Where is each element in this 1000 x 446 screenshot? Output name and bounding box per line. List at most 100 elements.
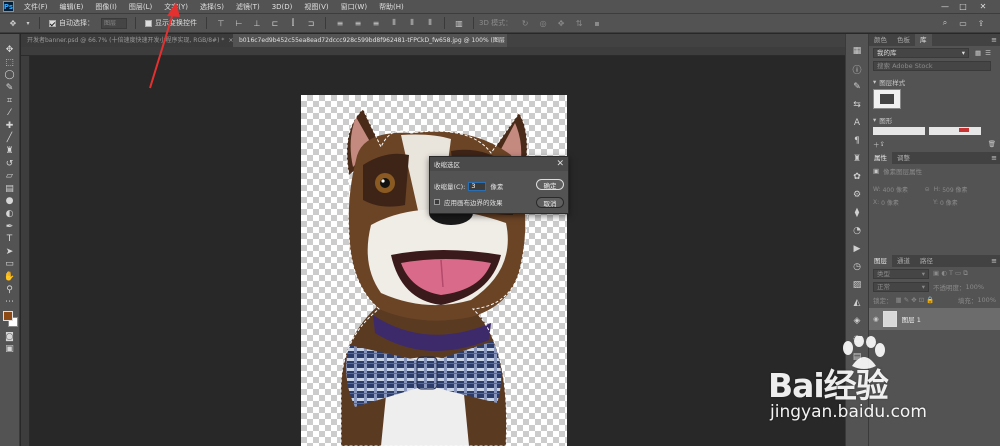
- stamp-icon[interactable]: ♜: [2, 145, 18, 158]
- auto-select-checkbox[interactable]: [49, 19, 56, 27]
- 3d-panel-icon[interactable]: ⧫: [849, 204, 865, 222]
- distribute-right-icon[interactable]: ⦀: [423, 17, 437, 29]
- document-canvas[interactable]: [301, 95, 567, 446]
- distribute-hcenter-icon[interactable]: ⦀: [405, 17, 419, 29]
- lasso-icon[interactable]: ◯: [2, 69, 18, 82]
- fill-value[interactable]: 100%: [977, 296, 996, 304]
- share-icon[interactable]: ⇪: [974, 17, 988, 29]
- quick-mask-icon[interactable]: ◙: [2, 330, 18, 343]
- color-panel-icon[interactable]: ▦: [849, 42, 865, 60]
- tab-adjustments[interactable]: 调整: [892, 152, 915, 164]
- collapse-icon[interactable]: ▾: [873, 116, 876, 124]
- 3d-roll-icon[interactable]: ◎: [536, 17, 550, 29]
- character-panel-icon[interactable]: A: [849, 114, 865, 132]
- layer-style-thumbnail[interactable]: [873, 89, 901, 109]
- tab-channels[interactable]: 通道: [892, 255, 915, 267]
- distribute-top-icon[interactable]: ≡: [333, 17, 347, 29]
- brush-presets-icon[interactable]: ✿: [849, 168, 865, 186]
- filter-icons[interactable]: ▣ ◐ T ▭ ⧉: [933, 269, 968, 278]
- menu-image[interactable]: 图像(I): [89, 2, 123, 12]
- hand-icon[interactable]: ✋: [2, 271, 18, 284]
- screen-mode-icon[interactable]: ▣: [2, 343, 18, 356]
- close-window-button[interactable]: ✕: [976, 0, 990, 13]
- move-tool-icon[interactable]: ✥: [6, 17, 20, 29]
- path-select-icon[interactable]: ➤: [2, 246, 18, 259]
- more-tools-icon[interactable]: ⋯: [2, 296, 18, 309]
- contract-by-input[interactable]: 3: [468, 181, 487, 191]
- menu-select[interactable]: 选择(S): [194, 2, 230, 12]
- marquee-icon[interactable]: ⬚: [2, 57, 18, 70]
- opacity-value[interactable]: 100%: [966, 283, 985, 291]
- graphic-thumbnail[interactable]: [929, 127, 981, 135]
- 3d-rotate-icon[interactable]: ↻: [518, 17, 532, 29]
- lock-icons[interactable]: ▦ ✎ ✥ ⊡ 🔒: [896, 296, 935, 304]
- blur-icon[interactable]: ●: [2, 195, 18, 208]
- tab-color[interactable]: 颜色: [869, 34, 892, 46]
- search-icon[interactable]: ⌕: [938, 17, 952, 29]
- history-brush-icon[interactable]: ↺: [2, 157, 18, 170]
- eyedropper-icon[interactable]: ⁄: [2, 107, 18, 120]
- align-left-icon[interactable]: ⊏: [268, 17, 282, 29]
- foreground-color-swatch[interactable]: [2, 311, 13, 322]
- workspace-icon[interactable]: ▭: [956, 17, 970, 29]
- visibility-eye-icon[interactable]: ◉: [873, 315, 879, 323]
- adjust-panel-icon[interactable]: ⇆: [849, 96, 865, 114]
- 3d-slide-icon[interactable]: ⇅: [572, 17, 586, 29]
- x-value[interactable]: 0 像素: [881, 198, 933, 207]
- doc-tab-dog[interactable]: b016c7ed9b452c55ea8ead72dccc928c599bd8f9…: [233, 34, 507, 47]
- list-view-icon[interactable]: ☰: [985, 49, 991, 57]
- tab-swatches[interactable]: 色板: [892, 34, 915, 46]
- gradient-icon[interactable]: ▤: [2, 183, 18, 196]
- tab-properties[interactable]: 属性: [869, 152, 892, 164]
- menu-help[interactable]: 帮助(H): [373, 2, 410, 12]
- align-vcenter-icon[interactable]: ⊢: [232, 17, 246, 29]
- 3d-scale-icon[interactable]: ▪: [590, 17, 604, 29]
- distribute-bottom-icon[interactable]: ≡: [369, 17, 383, 29]
- shape-icon[interactable]: ▭: [2, 258, 18, 271]
- 3d-pan-icon[interactable]: ✥: [554, 17, 568, 29]
- y-value[interactable]: 0 像素: [940, 198, 958, 207]
- menu-filter[interactable]: 滤镜(T): [230, 2, 266, 12]
- actions-panel-icon[interactable]: ▶: [849, 240, 865, 258]
- h-value[interactable]: 509 像素: [942, 185, 967, 194]
- panel-menu-icon[interactable]: ≡: [991, 255, 997, 267]
- auto-select-dropdown[interactable]: 图层: [101, 17, 127, 29]
- auto-align-icon[interactable]: ▥: [452, 17, 466, 29]
- ok-button[interactable]: 确定: [536, 179, 564, 190]
- brush-panel-icon[interactable]: ✎: [849, 78, 865, 96]
- distribute-left-icon[interactable]: ⦀: [387, 17, 401, 29]
- layer-row[interactable]: ◉ 图层 1: [869, 308, 1000, 330]
- canvas-area[interactable]: [30, 56, 845, 446]
- menu-edit[interactable]: 编辑(E): [54, 2, 90, 12]
- histogram-panel-icon[interactable]: ◭: [849, 294, 865, 312]
- delete-icon[interactable]: 🗑: [988, 140, 996, 148]
- tab-layers[interactable]: 图层: [869, 255, 892, 267]
- close-icon[interactable]: ✕: [556, 159, 564, 169]
- chevron-down-icon[interactable]: ▾: [24, 17, 32, 29]
- w-value[interactable]: 400 像素: [883, 185, 921, 194]
- zoom-icon[interactable]: ⚲: [2, 283, 18, 296]
- menu-window[interactable]: 窗口(W): [335, 2, 373, 12]
- upload-icon[interactable]: ⇪: [880, 140, 885, 148]
- align-bottom-icon[interactable]: ⊥: [250, 17, 264, 29]
- eraser-icon[interactable]: ▱: [2, 170, 18, 183]
- lightbulb-icon[interactable]: ◌: [849, 330, 865, 348]
- timeline-panel-icon[interactable]: ◷: [849, 258, 865, 276]
- library-search-input[interactable]: 搜索 Adobe Stock: [873, 61, 991, 71]
- brush-icon[interactable]: ╱: [2, 132, 18, 145]
- info-panel-icon[interactable]: ⓘ: [849, 60, 865, 78]
- paths-panel-icon[interactable]: ◔: [849, 222, 865, 240]
- measurement-icon[interactable]: ▤: [849, 348, 865, 366]
- align-top-icon[interactable]: ⊤: [214, 17, 228, 29]
- crop-icon[interactable]: ⌗: [2, 94, 18, 107]
- tab-libraries[interactable]: 库: [915, 34, 932, 46]
- pen-icon[interactable]: ✒: [2, 220, 18, 233]
- align-hcenter-icon[interactable]: ⫿: [286, 17, 300, 29]
- layer-name[interactable]: 图层 1: [902, 314, 921, 324]
- clone-source-icon[interactable]: ♜: [849, 150, 865, 168]
- type-icon[interactable]: T: [2, 233, 18, 246]
- healing-icon[interactable]: ✚: [2, 120, 18, 133]
- menu-3d[interactable]: 3D(D): [266, 3, 299, 11]
- styles-panel-icon[interactable]: ◈: [849, 312, 865, 330]
- layer-kind-filter[interactable]: 类型 ▾: [873, 268, 929, 279]
